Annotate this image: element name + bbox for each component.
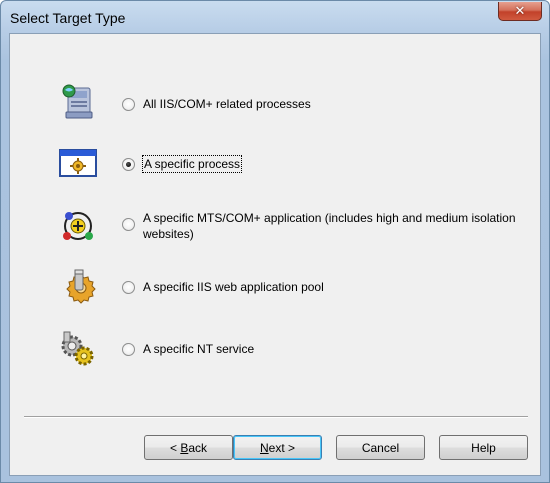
close-button[interactable]: ✕ [498,2,542,21]
radio-nt-service[interactable] [122,343,135,356]
title-bar[interactable]: Select Target Type ✕ [1,1,549,35]
radio-all-iis-com-processes[interactable] [122,98,135,111]
option-label: A specific MTS/COM+ application (include… [143,211,516,241]
next-button-mnemonic: N [259,440,269,455]
close-icon: ✕ [514,3,526,19]
option-label: A specific NT service [143,342,255,356]
select-target-type-dialog: Select Target Type ✕ All IIS/COM+ relate… [0,0,550,483]
back-button-prefix: < [169,440,181,455]
help-button[interactable]: Help [439,435,528,460]
next-button-label: ext > [268,440,296,455]
com-application-icon [63,212,93,240]
computer-icon [62,84,93,119]
app-pool-gear-icon [66,269,96,304]
help-button-label: Help [471,440,496,455]
cancel-button[interactable]: Cancel [336,435,425,460]
option-specific-process[interactable]: A specific process [10,144,530,184]
radio-mts-com-application[interactable] [122,218,135,231]
back-button[interactable]: < Back [144,435,233,460]
back-button-mnemonic: B [180,440,189,455]
option-mts-com-application[interactable]: A specific MTS/COM+ application (include… [10,204,530,244]
option-label: A specific process [141,155,243,173]
radio-iis-app-pool[interactable] [122,281,135,294]
dialog-body: All IIS/COM+ related processes A specifi… [9,33,541,476]
option-all-iis-com-processes[interactable]: All IIS/COM+ related processes [10,82,530,122]
nt-service-gears-icon [61,331,94,366]
dialog-title: Select Target Type [10,10,126,26]
back-button-label: ack [188,440,208,455]
cancel-button-label: Cancel [361,440,400,455]
next-button[interactable]: Next > [233,435,322,460]
option-iis-app-pool[interactable]: A specific IIS web application pool [10,268,530,308]
option-nt-service[interactable]: A specific NT service [10,330,530,370]
radio-specific-process[interactable] [122,158,135,171]
option-label: A specific IIS web application pool [143,280,324,294]
option-label: All IIS/COM+ related processes [143,97,311,111]
process-window-icon [59,149,97,177]
separator [24,416,528,418]
